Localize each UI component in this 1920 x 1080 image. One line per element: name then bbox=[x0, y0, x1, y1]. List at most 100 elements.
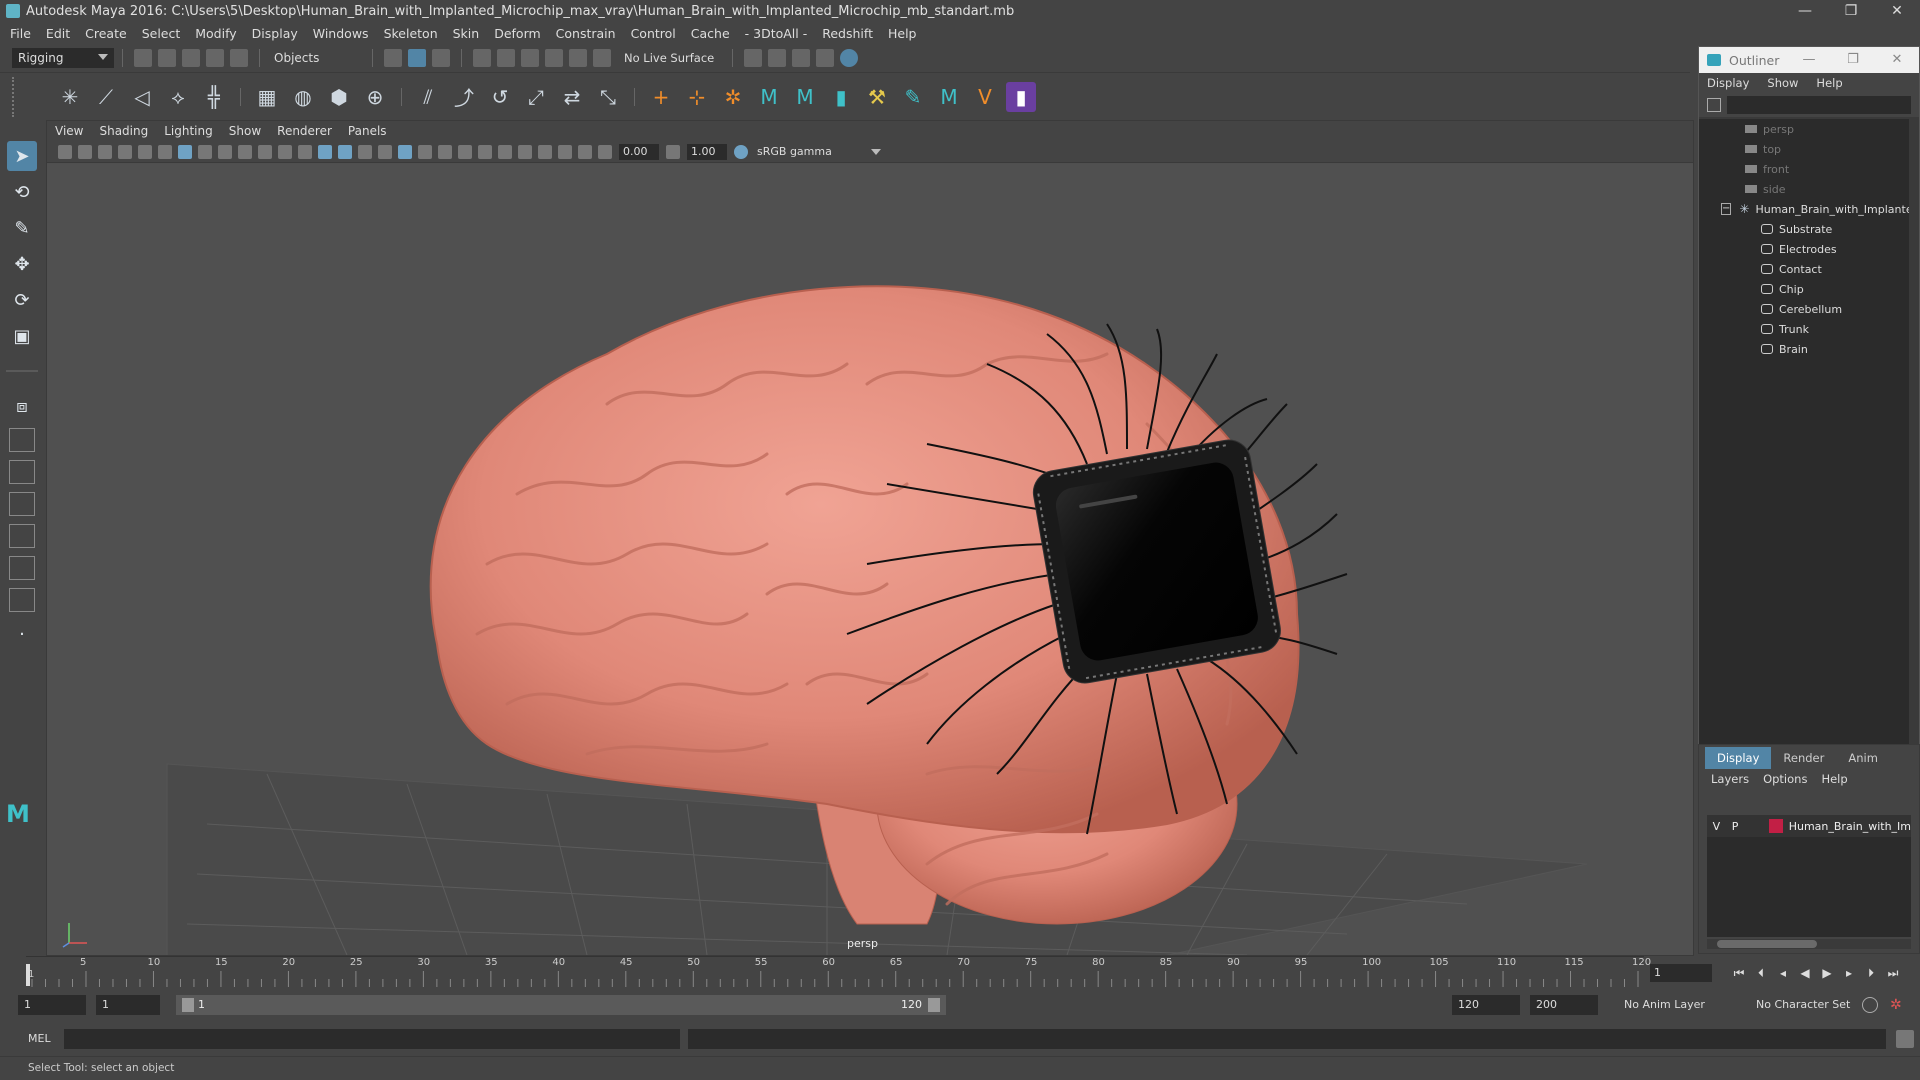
collapse-icon[interactable]: − bbox=[1721, 203, 1732, 215]
script-editor-icon[interactable] bbox=[1896, 1030, 1914, 1048]
gamma-icon[interactable] bbox=[666, 144, 680, 159]
undo-icon[interactable] bbox=[206, 49, 224, 67]
outliner-item-persp[interactable]: persp bbox=[1699, 119, 1909, 139]
render-settings-icon[interactable] bbox=[816, 49, 835, 67]
panel-menu-panels[interactable]: Panels bbox=[348, 124, 387, 138]
menu-modify[interactable]: Modify bbox=[195, 26, 236, 41]
outliner-item-brain[interactable]: Brain bbox=[1699, 339, 1909, 359]
range-start-handle[interactable] bbox=[182, 998, 194, 1012]
step-back-frame-icon[interactable]: ◂ bbox=[1772, 964, 1794, 982]
menu-windows[interactable]: Windows bbox=[313, 26, 369, 41]
gamma-field[interactable]: 1.00 bbox=[687, 143, 727, 160]
wireframe-icon[interactable] bbox=[318, 144, 332, 159]
minimize-button[interactable]: — bbox=[1782, 0, 1828, 22]
camera-attributes-icon[interactable] bbox=[78, 144, 92, 159]
ik-handle-icon[interactable]: ⟋ bbox=[91, 82, 121, 112]
step-forward-key-icon[interactable]: ⏵ bbox=[1860, 964, 1882, 982]
menu-3dtoall[interactable]: - 3DtoAll - bbox=[745, 26, 808, 41]
outliner-item-top[interactable]: top bbox=[1699, 139, 1909, 159]
animation-start-field[interactable]: 1 bbox=[18, 995, 86, 1015]
menu-skin[interactable]: Skin bbox=[453, 26, 480, 41]
layout-custom-icon[interactable] bbox=[9, 588, 35, 612]
tab-render[interactable]: Render bbox=[1771, 747, 1836, 769]
snap-point-icon[interactable] bbox=[521, 49, 539, 67]
insert-joint-icon[interactable]: ⟡ bbox=[163, 82, 193, 112]
render-view-icon[interactable] bbox=[744, 49, 763, 67]
step-back-key-icon[interactable]: ⏴ bbox=[1750, 964, 1772, 982]
gate-mask-icon[interactable] bbox=[238, 144, 252, 159]
select-hierarchy-icon[interactable] bbox=[384, 49, 402, 67]
smooth-shade-icon[interactable] bbox=[338, 144, 352, 159]
bookmark-icon[interactable] bbox=[98, 144, 112, 159]
use-all-lights-icon[interactable] bbox=[398, 144, 412, 159]
menu-skeleton[interactable]: Skeleton bbox=[384, 26, 438, 41]
smooth-bind-icon[interactable]: ◍ bbox=[288, 82, 318, 112]
restore-button[interactable]: ❐ bbox=[1828, 0, 1874, 22]
perspective-viewport[interactable]: persp bbox=[47, 164, 1693, 955]
layer-playback-toggle[interactable]: P bbox=[1726, 820, 1745, 833]
select-object-icon[interactable] bbox=[408, 49, 426, 67]
shelf-handle[interactable] bbox=[12, 76, 26, 117]
outliner-item-cerebellum[interactable]: Cerebellum bbox=[1699, 299, 1909, 319]
vray-icon[interactable]: V bbox=[970, 82, 1000, 112]
menu-redshift[interactable]: Redshift bbox=[822, 26, 873, 41]
ambient-occlusion-icon[interactable] bbox=[438, 144, 452, 159]
select-mode-dropdown[interactable]: Objects bbox=[268, 48, 364, 68]
constraint-orient-icon[interactable]: ↺ bbox=[485, 82, 515, 112]
menu-select[interactable]: Select bbox=[142, 26, 181, 41]
current-frame-field[interactable]: 1 bbox=[1650, 964, 1712, 982]
grid-toggle-icon[interactable] bbox=[178, 144, 192, 159]
resolution-gate-icon[interactable] bbox=[218, 144, 232, 159]
open-scene-icon[interactable] bbox=[158, 49, 176, 67]
depth-of-field-icon[interactable] bbox=[498, 144, 512, 159]
tab-anim[interactable]: Anim bbox=[1836, 747, 1890, 769]
outliner-item-contact[interactable]: Contact bbox=[1699, 259, 1909, 279]
move-tool-icon[interactable]: ✥ bbox=[7, 249, 37, 279]
joint-tool-icon[interactable]: ✳ bbox=[55, 82, 85, 112]
layout-four-view-icon[interactable] bbox=[9, 428, 35, 452]
menu-file[interactable]: File bbox=[10, 26, 31, 41]
time-ruler[interactable]: 1 5 10 15 20 25 30 35 40 45 50 55 60 65 70 75 80 85 90 95 1… bbox=[26, 956, 1651, 987]
go-to-start-icon[interactable]: ⏮ bbox=[1728, 964, 1750, 982]
redo-icon[interactable] bbox=[230, 49, 248, 67]
color-space-dropdown[interactable]: sRGB gamma bbox=[751, 143, 887, 160]
menu-edit[interactable]: Edit bbox=[46, 26, 70, 41]
lattice-icon[interactable]: ⬢ bbox=[324, 82, 354, 112]
locator-icon[interactable]: + bbox=[646, 82, 676, 112]
render-frame-icon[interactable] bbox=[768, 49, 787, 67]
layout-two-view-icon[interactable] bbox=[9, 556, 35, 580]
ik-spline-icon[interactable]: ◁ bbox=[127, 82, 157, 112]
constraint-parent-icon[interactable]: ⇄ bbox=[557, 82, 587, 112]
outliner-restore-button[interactable]: ❐ bbox=[1831, 47, 1875, 73]
playback-end-field[interactable]: 120 bbox=[1452, 995, 1520, 1015]
textured-icon[interactable] bbox=[378, 144, 392, 159]
scale-tool-icon[interactable]: ▣ bbox=[7, 321, 37, 351]
layout-toggle-icon[interactable]: · bbox=[7, 619, 37, 649]
layer-horizontal-scrollbar[interactable] bbox=[1707, 939, 1911, 949]
layer-row[interactable]: V P Human_Brain_with_Im bbox=[1707, 815, 1911, 837]
outliner-search-input[interactable] bbox=[1727, 96, 1911, 114]
select-tool-icon[interactable]: ➤ bbox=[7, 141, 37, 171]
layout-persp-graph-icon[interactable] bbox=[9, 492, 35, 516]
camera-select-icon[interactable] bbox=[58, 144, 72, 159]
go-to-end-icon[interactable]: ⏭ bbox=[1882, 964, 1904, 982]
preferences-icon[interactable]: ✲ bbox=[1890, 997, 1906, 1013]
wireframe-on-shaded-icon[interactable] bbox=[358, 144, 372, 159]
outliner-item-side[interactable]: side bbox=[1699, 179, 1909, 199]
xray-joints-icon[interactable] bbox=[558, 144, 572, 159]
color-management-icon[interactable] bbox=[734, 144, 748, 159]
isolate-select-icon[interactable] bbox=[518, 144, 532, 159]
xray-icon[interactable] bbox=[538, 144, 552, 159]
layer-color-swatch[interactable] bbox=[1769, 819, 1783, 833]
outliner-item-substrate[interactable]: Substrate bbox=[1699, 219, 1909, 239]
render-icon[interactable]: ▮ bbox=[1006, 81, 1036, 112]
menuset-dropdown[interactable]: Rigging bbox=[12, 48, 114, 68]
select-component-icon[interactable] bbox=[432, 49, 450, 67]
layer-visibility-toggle[interactable]: V bbox=[1707, 820, 1726, 833]
outliner-item-electrodes[interactable]: Electrodes bbox=[1699, 239, 1909, 259]
command-input[interactable] bbox=[64, 1029, 680, 1049]
ipr-render-icon[interactable] bbox=[792, 49, 811, 67]
maya-tool-b-icon[interactable]: M bbox=[790, 82, 820, 112]
live-surface-label[interactable]: No Live Surface bbox=[624, 51, 714, 65]
menu-display[interactable]: Display bbox=[252, 26, 298, 41]
